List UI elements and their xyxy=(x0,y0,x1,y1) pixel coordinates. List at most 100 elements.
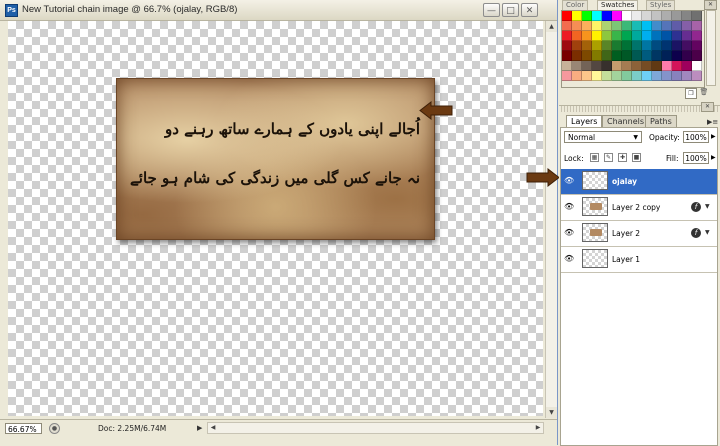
color-swatch[interactable] xyxy=(672,61,682,71)
color-swatch[interactable] xyxy=(672,51,682,61)
expand-effects-icon[interactable]: ▼ xyxy=(705,203,710,210)
color-swatch[interactable] xyxy=(592,71,602,81)
color-swatch[interactable] xyxy=(592,21,602,31)
minimize-button[interactable]: — xyxy=(483,3,500,17)
tab-channels[interactable]: Channels xyxy=(602,115,650,127)
color-swatch[interactable] xyxy=(602,51,612,61)
color-swatch[interactable] xyxy=(582,61,592,71)
layer-effects-icon[interactable]: f xyxy=(691,202,701,212)
eye-icon[interactable]: 👁 xyxy=(564,202,574,211)
tab-swatches[interactable]: Swatches xyxy=(597,0,639,10)
color-swatch[interactable] xyxy=(682,61,692,71)
color-swatch[interactable] xyxy=(652,51,662,61)
color-swatch[interactable] xyxy=(642,61,652,71)
opacity-field[interactable]: 100% xyxy=(683,131,709,143)
color-swatch[interactable] xyxy=(562,71,572,81)
color-swatch[interactable] xyxy=(662,21,672,31)
color-swatch[interactable] xyxy=(662,31,672,41)
panel-close-icon[interactable]: ✕ xyxy=(704,0,717,10)
lock-paint-icon[interactable]: ✎ xyxy=(604,153,613,162)
status-info-icon[interactable]: ● xyxy=(49,423,60,434)
color-swatch[interactable] xyxy=(652,11,662,21)
color-swatch[interactable] xyxy=(682,31,692,41)
color-swatch[interactable] xyxy=(642,31,652,41)
color-swatch[interactable] xyxy=(562,41,572,51)
new-swatch-icon[interactable]: ❐ xyxy=(685,88,697,99)
color-swatch[interactable] xyxy=(692,51,702,61)
color-swatch[interactable] xyxy=(582,41,592,51)
color-swatch[interactable] xyxy=(672,41,682,51)
panel-close-icon[interactable]: ✕ xyxy=(701,102,714,112)
scroll-down-icon[interactable]: ▼ xyxy=(546,407,557,418)
color-swatch[interactable] xyxy=(692,61,702,71)
color-swatch[interactable] xyxy=(672,11,682,21)
color-swatch[interactable] xyxy=(572,41,582,51)
eye-icon[interactable]: 👁 xyxy=(564,254,574,263)
color-swatch[interactable] xyxy=(692,31,702,41)
color-swatch[interactable] xyxy=(612,61,622,71)
swatch-scrollbar[interactable] xyxy=(706,10,716,86)
color-swatch[interactable] xyxy=(662,51,672,61)
close-button[interactable]: ✕ xyxy=(521,3,538,17)
color-swatch[interactable] xyxy=(602,71,612,81)
color-swatch[interactable] xyxy=(572,21,582,31)
color-swatch[interactable] xyxy=(562,11,572,21)
color-swatch[interactable] xyxy=(692,41,702,51)
color-swatch[interactable] xyxy=(592,51,602,61)
color-swatch[interactable] xyxy=(672,71,682,81)
color-swatch[interactable] xyxy=(622,61,632,71)
color-swatch[interactable] xyxy=(562,31,572,41)
maximize-button[interactable]: □ xyxy=(502,3,519,17)
color-swatch[interactable] xyxy=(602,11,612,21)
color-swatch[interactable] xyxy=(582,31,592,41)
color-swatch[interactable] xyxy=(562,51,572,61)
color-swatch[interactable] xyxy=(612,41,622,51)
expand-effects-icon[interactable]: ▼ xyxy=(705,229,710,236)
color-swatch[interactable] xyxy=(642,11,652,21)
color-swatch[interactable] xyxy=(682,71,692,81)
color-swatch[interactable] xyxy=(622,31,632,41)
color-swatch[interactable] xyxy=(602,31,612,41)
color-swatch[interactable] xyxy=(632,31,642,41)
vertical-scrollbar[interactable]: ▲ ▼ xyxy=(545,21,557,418)
color-swatch[interactable] xyxy=(672,21,682,31)
document-titlebar[interactable]: Ps New Tutorial chain image @ 66.7% (oja… xyxy=(0,0,557,21)
color-swatch[interactable] xyxy=(612,71,622,81)
color-swatch[interactable] xyxy=(562,61,572,71)
trash-icon[interactable]: 🗑 xyxy=(699,88,709,97)
color-swatch[interactable] xyxy=(692,11,702,21)
layer-effects-icon[interactable]: f xyxy=(691,228,701,238)
fill-field[interactable]: 100% xyxy=(683,152,709,164)
tab-styles[interactable]: Styles xyxy=(646,0,676,10)
color-swatch[interactable] xyxy=(632,21,642,31)
color-swatch[interactable] xyxy=(572,61,582,71)
color-swatch[interactable] xyxy=(682,11,692,21)
status-menu-arrow-icon[interactable]: ▶ xyxy=(197,424,202,432)
color-swatch[interactable] xyxy=(592,61,602,71)
color-swatch[interactable] xyxy=(582,11,592,21)
tab-paths[interactable]: Paths xyxy=(645,115,677,127)
color-swatch[interactable] xyxy=(662,71,672,81)
color-swatch[interactable] xyxy=(682,21,692,31)
color-swatch[interactable] xyxy=(582,21,592,31)
tab-color[interactable]: Color xyxy=(562,0,589,10)
color-swatch[interactable] xyxy=(632,41,642,51)
color-swatch[interactable] xyxy=(572,31,582,41)
color-swatch[interactable] xyxy=(662,41,672,51)
color-swatch[interactable] xyxy=(602,41,612,51)
color-swatch[interactable] xyxy=(622,21,632,31)
scroll-left-icon[interactable]: ◀ xyxy=(208,423,218,433)
color-swatch[interactable] xyxy=(592,11,602,21)
color-swatch[interactable] xyxy=(652,41,662,51)
color-swatch[interactable] xyxy=(652,71,662,81)
tab-layers[interactable]: Layers xyxy=(566,115,603,127)
color-swatch[interactable] xyxy=(612,21,622,31)
document-canvas[interactable]: اُجالے اپنی یادوں کے ہمارے ساتھ رہنے دو … xyxy=(8,21,543,416)
color-swatch[interactable] xyxy=(642,41,652,51)
color-swatch[interactable] xyxy=(602,21,612,31)
layer-row-layer-1[interactable]: 👁 Layer 1 xyxy=(561,247,717,273)
layer-row-layer-2-copy[interactable]: 👁 Layer 2 copy f ▼ xyxy=(561,195,717,221)
color-swatch[interactable] xyxy=(672,31,682,41)
color-swatch[interactable] xyxy=(692,21,702,31)
color-swatch[interactable] xyxy=(612,11,622,21)
